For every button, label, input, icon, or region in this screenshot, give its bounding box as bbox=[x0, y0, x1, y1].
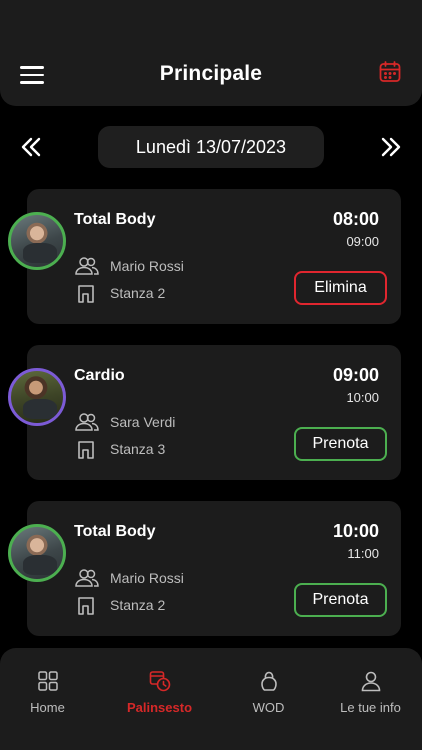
delete-booking-button[interactable]: Elimina bbox=[294, 271, 387, 305]
class-card: Cardio 09:00 10:00 Sara Verdi Stanza 3 P… bbox=[8, 345, 401, 480]
class-title: Cardio bbox=[74, 367, 125, 384]
trainer-name: Mario Rossi bbox=[110, 570, 184, 586]
trainer-row: Mario Rossi bbox=[74, 568, 184, 588]
book-button[interactable]: Prenota bbox=[294, 427, 387, 461]
trainer-name: Mario Rossi bbox=[110, 258, 184, 274]
class-end-time: 10:00 bbox=[346, 390, 379, 405]
class-title: Total Body bbox=[74, 211, 156, 228]
double-chevron-left-icon[interactable] bbox=[20, 136, 42, 158]
tab-palinsesto[interactable]: Palinsesto bbox=[107, 670, 212, 715]
date-navigator: Lunedì 13/07/2023 bbox=[0, 126, 422, 168]
users-icon bbox=[75, 569, 99, 587]
trainer-avatar bbox=[8, 368, 66, 426]
book-button[interactable]: Prenota bbox=[294, 583, 387, 617]
tab-wod[interactable]: WOD bbox=[216, 670, 321, 715]
grid-icon bbox=[37, 671, 58, 691]
room-name: Stanza 2 bbox=[110, 285, 166, 301]
user-icon bbox=[361, 671, 380, 692]
trainer-name: Sara Verdi bbox=[110, 414, 176, 430]
kettlebell-icon bbox=[260, 671, 277, 691]
room-name: Stanza 2 bbox=[110, 597, 166, 613]
class-start-time: 08:00 bbox=[332, 209, 379, 229]
class-title: Total Body bbox=[74, 523, 156, 540]
top-header: Principale bbox=[0, 0, 422, 106]
schedule-icon bbox=[149, 671, 170, 692]
class-end-time: 11:00 bbox=[347, 546, 379, 561]
tab-label: Home bbox=[30, 700, 65, 715]
tab-label: Le tue info bbox=[340, 700, 401, 715]
date-selector[interactable]: Lunedì 13/07/2023 bbox=[98, 126, 324, 168]
room-icon bbox=[78, 597, 94, 615]
class-card: Total Body 08:00 09:00 Mario Rossi Stanz… bbox=[8, 189, 401, 324]
bottom-tab-bar: Home Palinsesto WOD Le tue info bbox=[0, 648, 422, 750]
trainer-row: Mario Rossi bbox=[74, 256, 184, 276]
room-icon bbox=[78, 285, 94, 303]
trainer-row: Sara Verdi bbox=[74, 412, 175, 432]
tab-le-tue-info[interactable]: Le tue info bbox=[318, 670, 422, 715]
double-chevron-right-icon[interactable] bbox=[380, 136, 402, 158]
tab-home[interactable]: Home bbox=[0, 670, 100, 715]
tab-label: Palinsesto bbox=[126, 700, 193, 715]
users-icon bbox=[75, 413, 99, 431]
room-icon bbox=[78, 441, 94, 459]
room-row: Stanza 2 bbox=[74, 595, 165, 615]
class-start-time: 09:00 bbox=[332, 365, 379, 385]
trainer-avatar bbox=[8, 212, 66, 270]
class-start-time: 10:00 bbox=[332, 521, 379, 541]
room-row: Stanza 2 bbox=[74, 283, 165, 303]
page-title: Principale bbox=[159, 62, 263, 85]
room-row: Stanza 3 bbox=[74, 439, 165, 459]
tab-label: WOD bbox=[252, 700, 285, 715]
class-card: Total Body 10:00 11:00 Mario Rossi Stanz… bbox=[8, 501, 401, 636]
class-end-time: 09:00 bbox=[346, 234, 379, 249]
calendar-icon[interactable] bbox=[378, 60, 402, 84]
users-icon bbox=[75, 257, 99, 275]
trainer-avatar bbox=[8, 524, 66, 582]
room-name: Stanza 3 bbox=[110, 441, 166, 457]
